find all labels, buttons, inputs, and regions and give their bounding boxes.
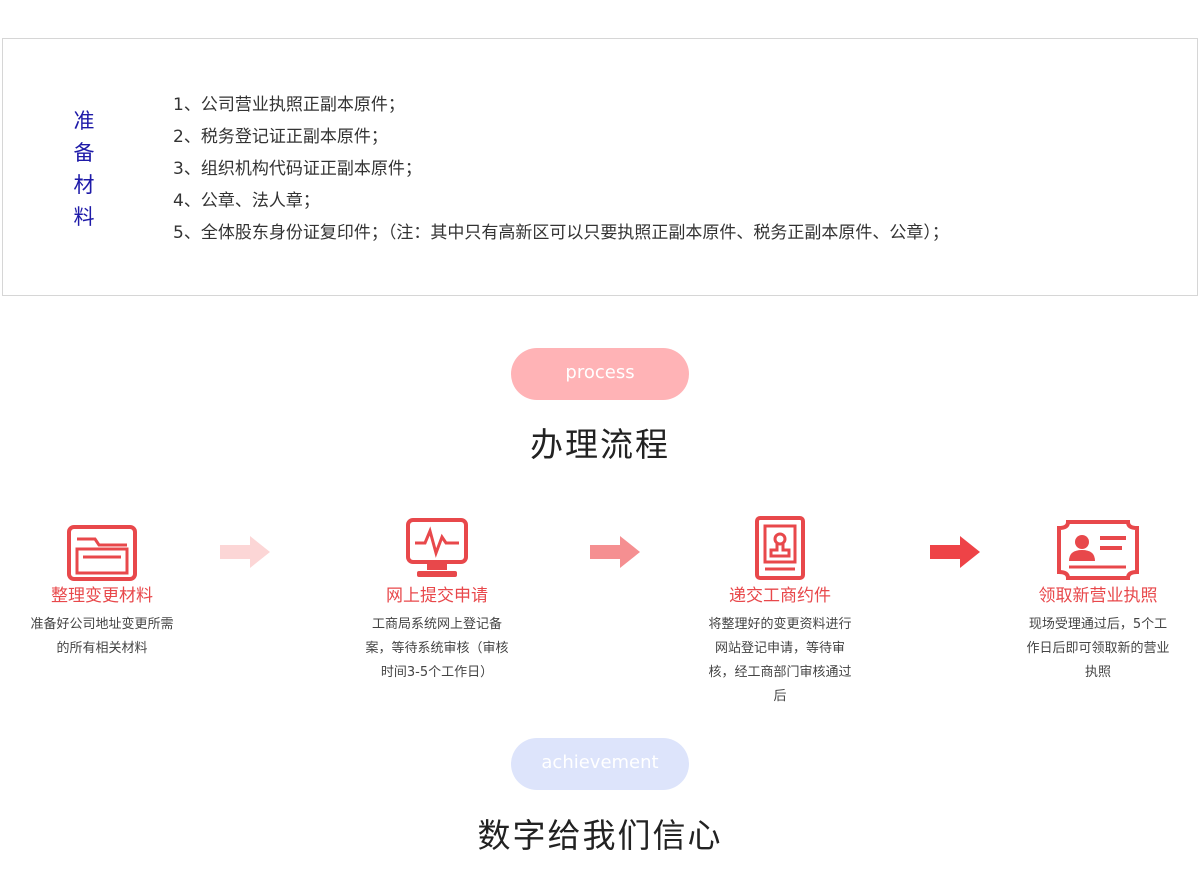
monitor-icon bbox=[406, 518, 468, 577]
materials-label-char: 准 bbox=[73, 109, 95, 133]
materials-label-char: 料 bbox=[73, 205, 95, 229]
process-step-2: 网上提交申请 工商局系统网上登记备案，等待系统审核（审核时间3-5个工作日） bbox=[337, 505, 537, 685]
process-pill: process bbox=[511, 348, 689, 400]
step-title: 领取新营业执照 bbox=[1038, 586, 1158, 606]
id-card-icon bbox=[1057, 520, 1139, 580]
arrow-right-icon bbox=[220, 536, 270, 568]
arrow-right-icon bbox=[930, 536, 980, 568]
stamp-document-icon bbox=[755, 516, 805, 580]
step-desc: 准备好公司地址变更所需的所有相关材料 bbox=[30, 617, 174, 656]
materials-item: 5、全体股东身份证复印件；（注：其中只有高新区可以只要执照正副本原件、税务正副本… bbox=[173, 223, 949, 243]
step-title: 递交工商约件 bbox=[729, 586, 831, 606]
arrow-right-icon bbox=[590, 536, 640, 568]
materials-list: 1、公司营业执照正副本原件； 2、税务登记证正副本原件； 3、组织机构代码证正副… bbox=[173, 89, 949, 249]
materials-label-char: 备 bbox=[73, 141, 95, 165]
step-desc: 将整理好的变更资料进行网站登记申请，等待审核，经工商部门审核通过后 bbox=[708, 617, 852, 704]
materials-item: 1、公司营业执照正副本原件； bbox=[173, 95, 405, 115]
materials-item: 4、公章、法人章； bbox=[173, 191, 320, 211]
process-step-4: 领取新营业执照 现场受理通过后，5个工作日后即可领取新的营业执照 bbox=[998, 505, 1198, 685]
materials-item: 2、税务登记证正副本原件； bbox=[173, 127, 388, 147]
materials-label-char: 材 bbox=[73, 173, 95, 197]
process-step-1: 整理变更材料 准备好公司地址变更所需的所有相关材料 bbox=[2, 505, 202, 661]
achievement-title: 数字给我们信心 bbox=[477, 816, 723, 855]
materials-item: 3、组织机构代码证正副本原件； bbox=[173, 159, 422, 179]
materials-label: 准 备 材 料 bbox=[69, 105, 99, 233]
process-title: 办理流程 bbox=[530, 425, 670, 464]
step-desc: 现场受理通过后，5个工作日后即可领取新的营业执照 bbox=[1026, 617, 1170, 680]
process-step-3: 递交工商约件 将整理好的变更资料进行网站登记申请，等待审核，经工商部门审核通过后 bbox=[680, 505, 880, 709]
step-title: 整理变更材料 bbox=[51, 586, 153, 606]
folder-icon bbox=[67, 525, 137, 581]
materials-panel: 准 备 材 料 1、公司营业执照正副本原件； 2、税务登记证正副本原件； 3、组… bbox=[2, 38, 1198, 296]
step-title: 网上提交申请 bbox=[386, 586, 488, 606]
achievement-pill: achievement bbox=[511, 738, 689, 790]
step-desc: 工商局系统网上登记备案，等待系统审核（审核时间3-5个工作日） bbox=[365, 617, 509, 680]
